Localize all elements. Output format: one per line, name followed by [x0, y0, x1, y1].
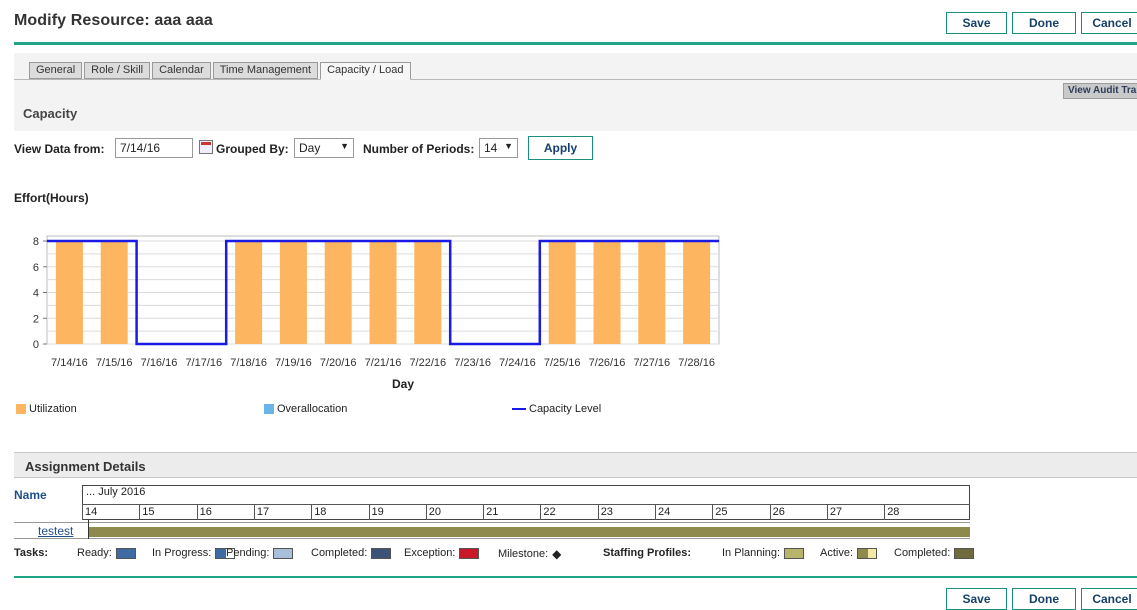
legend-item: Active:	[820, 547, 878, 559]
legend-overallocation: Overallocation	[264, 403, 347, 415]
gantt-day-cell: 14	[82, 505, 139, 520]
assignment-details-header	[14, 452, 1137, 478]
y-tick-label: 4	[33, 288, 39, 300]
utilization-bar	[638, 241, 666, 344]
utilization-bar	[593, 241, 621, 344]
legend-item-label: Milestone:	[498, 548, 549, 560]
legend-item-label: In Progress:	[152, 547, 212, 559]
capacity-line-swatch	[512, 408, 526, 410]
utilization-bar	[100, 241, 128, 344]
gantt-day-cell: 20	[425, 505, 483, 520]
legend-item-label: In Planning:	[722, 547, 781, 559]
legend-capacity-level-label: Capacity Level	[529, 403, 602, 415]
legend-item-label: Active:	[820, 547, 854, 559]
legend-capacity-level: Capacity Level	[512, 403, 601, 415]
gantt-day-cell: 19	[368, 505, 426, 520]
utilization-bar	[414, 241, 442, 344]
gantt-day-cell: 22	[540, 505, 597, 520]
completed-swatch	[371, 547, 392, 559]
x-tick-label: 7/14/16	[51, 357, 88, 369]
footer-divider	[14, 576, 1137, 578]
legend-item-label: Pending:	[226, 547, 270, 559]
legend-item-label: Ready:	[77, 547, 112, 559]
y-tick-label: 2	[33, 313, 39, 325]
legend-utilization-label: Utilization	[29, 403, 77, 415]
gantt-day-cell: 27	[826, 505, 884, 520]
exception-swatch	[459, 547, 480, 559]
gantt-month-label: ... July 2016	[86, 486, 146, 498]
x-tick-label: 7/17/16	[185, 357, 222, 369]
legend-item: Completed:	[311, 547, 392, 559]
active-swatch	[857, 547, 878, 559]
legend-item: In Progress:	[152, 547, 236, 559]
gantt-day-cell: 21	[483, 505, 540, 520]
utilization-bar	[369, 241, 397, 344]
x-tick-label: 7/22/16	[409, 357, 446, 369]
y-tick-label: 8	[33, 236, 39, 248]
legend-utilization: Utilization	[16, 403, 77, 415]
legend-item: In Planning:	[722, 547, 805, 559]
pending-swatch	[273, 547, 294, 559]
capacity-chart: 0 2 4 6 8 7/14/16 7/15/16 7/16/16 7/17/16 7/18/16…	[33, 235, 720, 391]
gantt-day-cell: 24	[655, 505, 712, 520]
gantt-today-marker	[88, 520, 89, 539]
utilization-bar	[235, 241, 263, 344]
gantt-day-cell: 28	[884, 505, 970, 520]
milestone-diamond-icon: ◆	[552, 547, 562, 561]
ready-swatch	[115, 547, 136, 559]
y-tick-label: 6	[33, 262, 39, 274]
x-tick-label: 7/27/16	[633, 357, 670, 369]
gantt-day-cell: 18	[311, 505, 368, 520]
tasks-label: Tasks:	[14, 547, 49, 559]
gantt-day-cell: 16	[196, 505, 254, 520]
legend-item: Pending:	[226, 547, 294, 559]
gantt-day-cell: 26	[769, 505, 827, 520]
x-tick-label: 7/18/16	[230, 357, 267, 369]
x-tick-label: 7/23/16	[454, 357, 491, 369]
x-tick-label: 7/20/16	[320, 357, 357, 369]
x-tick-label: 7/21/16	[365, 357, 402, 369]
name-column-header[interactable]: Name	[14, 488, 47, 502]
gantt-day-cell: 17	[253, 505, 311, 520]
utilization-bar	[324, 241, 352, 344]
legend-item: Exception:	[404, 547, 480, 559]
utilization-bar	[279, 241, 307, 344]
gantt-day-cell: 25	[712, 505, 769, 520]
x-tick-label: 7/25/16	[544, 357, 581, 369]
x-tick-label: 7/15/16	[96, 357, 133, 369]
legend-item-label: Exception:	[404, 547, 456, 559]
utilization-swatch	[16, 404, 26, 414]
x-tick-label: 7/24/16	[499, 357, 536, 369]
task-legend: Tasks:	[14, 547, 48, 559]
gantt-day-cell: 15	[139, 505, 196, 520]
resource-name-link[interactable]: testest	[38, 524, 73, 538]
in-planning-swatch	[784, 547, 805, 559]
utilization-bar	[683, 241, 711, 344]
x-tick-label: 7/19/16	[275, 357, 312, 369]
assignment-details-title: Assignment Details	[25, 459, 146, 474]
legend-item: Ready:	[77, 547, 136, 559]
legend-item: Milestone: ◆	[498, 547, 561, 561]
x-axis-label: Day	[392, 377, 414, 391]
x-tick-label: 7/28/16	[678, 357, 715, 369]
gantt-day-cell: 23	[597, 505, 655, 520]
legend-item: Completed:	[894, 547, 975, 559]
legend-item-label: Completed:	[894, 547, 951, 559]
x-tick-label: 7/16/16	[141, 357, 178, 369]
staffing-profiles-label: Staffing Profiles:	[603, 547, 692, 559]
gantt-header-divider	[82, 504, 970, 505]
utilization-bar	[548, 241, 576, 344]
staffing-completed-swatch	[954, 547, 975, 559]
legend-item-label: Completed:	[311, 547, 368, 559]
staffing-gantt-bar[interactable]	[89, 527, 970, 537]
utilization-bar	[55, 241, 83, 344]
overallocation-swatch	[264, 404, 274, 414]
legend-overallocation-label: Overallocation	[277, 403, 348, 415]
x-tick-label: 7/26/16	[589, 357, 626, 369]
y-tick-label: 0	[33, 339, 39, 351]
